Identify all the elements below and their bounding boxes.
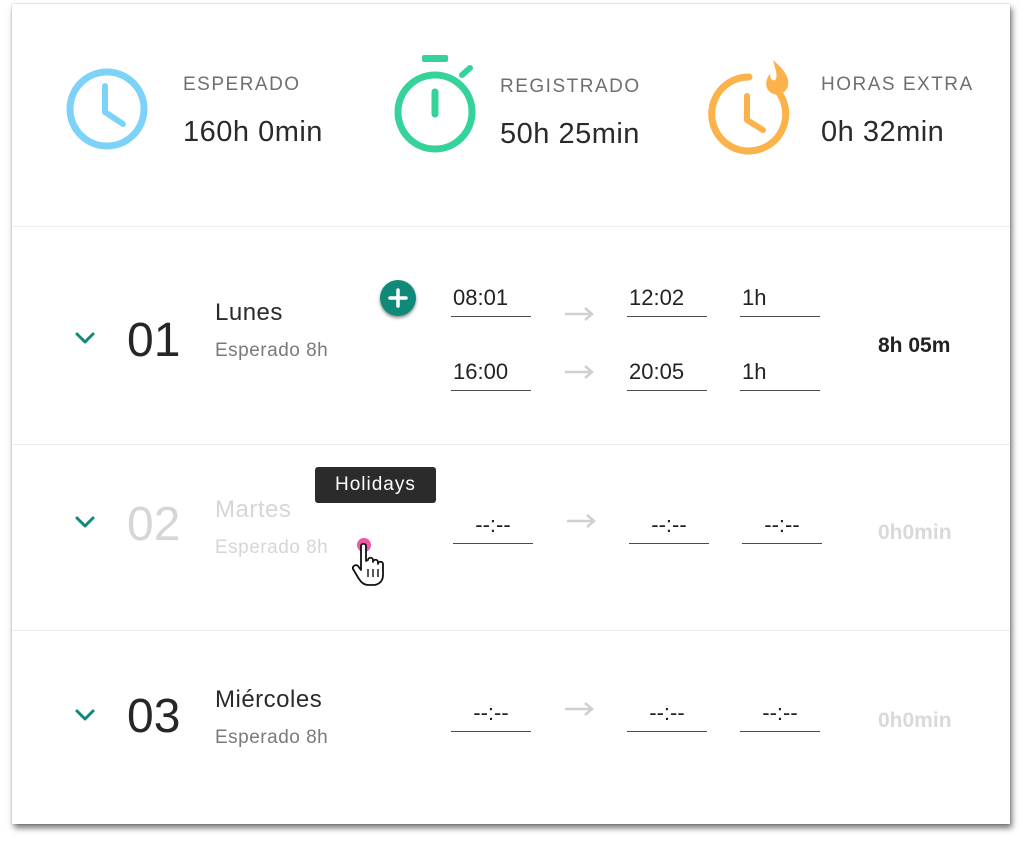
stat-expected-value: 160h 0min bbox=[183, 116, 323, 148]
day-expected: Esperado 8h bbox=[215, 340, 329, 361]
stat-expected: ESPERADO 160h 0min bbox=[12, 4, 342, 204]
clock-icon bbox=[66, 68, 148, 150]
end-time-input[interactable]: 20:05 bbox=[627, 357, 707, 391]
day-total: 0h0min bbox=[878, 521, 952, 544]
stat-registered-value: 50h 25min bbox=[500, 118, 640, 150]
stat-registered: REGISTRADO 50h 25min bbox=[342, 4, 672, 204]
day-row: 02 Martes Esperado 8h --:-- --:-- --:-- … bbox=[12, 445, 1010, 630]
arrow-right-icon bbox=[565, 702, 594, 716]
stat-overtime-label: HORAS EXTRA bbox=[821, 74, 974, 95]
arrow-right-icon bbox=[565, 307, 594, 321]
day-number: 01 bbox=[127, 314, 181, 367]
day-number: 03 bbox=[127, 690, 181, 743]
start-time-input[interactable]: --:-- bbox=[451, 698, 531, 732]
chevron-down-icon[interactable] bbox=[74, 515, 96, 529]
stat-overtime-value: 0h 32min bbox=[821, 116, 945, 148]
break-input[interactable]: 1h bbox=[740, 283, 820, 317]
day-expected: Esperado 8h bbox=[215, 537, 329, 558]
start-time-input[interactable]: --:-- bbox=[453, 510, 533, 544]
day-number: 02 bbox=[127, 498, 181, 551]
day-row: 03 Miércoles Esperado 8h --:-- --:-- --:… bbox=[12, 631, 1010, 824]
break-input[interactable]: 1h bbox=[740, 357, 820, 391]
day-name: Lunes bbox=[215, 299, 283, 326]
stopwatch-icon bbox=[394, 55, 476, 153]
day-total: 0h0min bbox=[878, 709, 952, 732]
break-input[interactable]: --:-- bbox=[742, 510, 822, 544]
stat-registered-label: REGISTRADO bbox=[500, 76, 641, 97]
stat-overtime: HORAS EXTRA 0h 32min bbox=[672, 4, 1010, 204]
end-time-input[interactable]: --:-- bbox=[627, 698, 707, 732]
day-name: Martes bbox=[215, 496, 292, 523]
day-name: Miércoles bbox=[215, 686, 323, 713]
start-time-input[interactable]: 16:00 bbox=[451, 357, 531, 391]
end-time-input[interactable]: 12:02 bbox=[627, 283, 707, 317]
chevron-down-icon[interactable] bbox=[74, 708, 96, 722]
arrow-right-icon bbox=[567, 514, 596, 528]
chevron-down-icon[interactable] bbox=[74, 331, 96, 345]
start-time-input[interactable]: 08:01 bbox=[451, 283, 531, 317]
timesheet-card: ESPERADO 160h 0min REGISTRADO 50h 25min … bbox=[12, 4, 1010, 824]
break-input[interactable]: --:-- bbox=[740, 698, 820, 732]
day-expected: Esperado 8h bbox=[215, 727, 329, 748]
stat-expected-label: ESPERADO bbox=[183, 74, 301, 95]
hand-cursor-icon bbox=[351, 542, 384, 586]
arrow-right-icon bbox=[565, 365, 594, 379]
clock-fire-icon bbox=[708, 60, 790, 155]
plus-icon bbox=[388, 288, 408, 308]
add-entry-button[interactable] bbox=[380, 280, 416, 316]
end-time-input[interactable]: --:-- bbox=[629, 510, 709, 544]
day-total: 8h 05m bbox=[878, 334, 951, 357]
holidays-tooltip: Holidays bbox=[315, 467, 436, 503]
day-row: 01 Lunes Esperado 8h 08:01 12:02 1h 16:0… bbox=[12, 227, 1010, 444]
